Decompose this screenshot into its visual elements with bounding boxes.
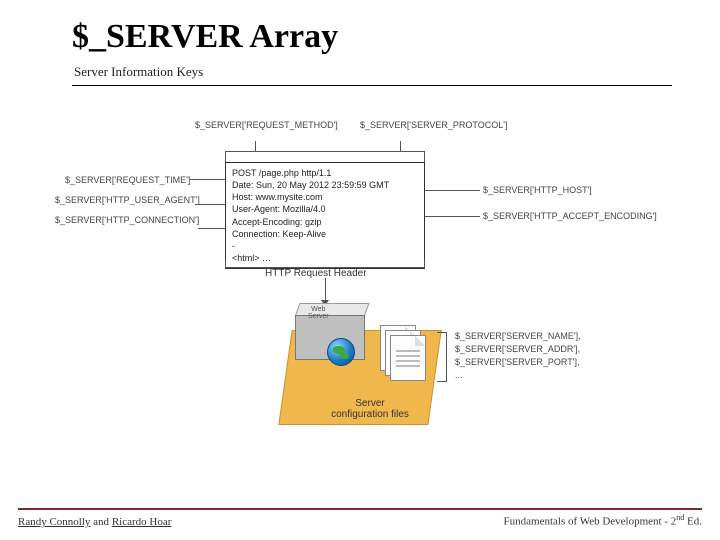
slide-title: $_SERVER Array [72,18,338,56]
server-caption: Serverconfiguration files [320,398,420,420]
label-http-host: $_SERVER['HTTP_HOST'] [483,185,592,195]
label-request-time: $_SERVER['REQUEST_TIME'] [65,175,190,185]
document-icon [390,335,426,381]
web-server-label: WebServer [308,306,329,320]
footer-authors: Randy Connolly and Ricardo Hoar [18,516,171,528]
connector [425,190,480,191]
footer-rule [18,508,702,510]
req-line: User-Agent: Mozilla/4.0 [232,203,418,215]
author-1: Randy Connolly [18,516,90,528]
req-line: Host: www.mysite.com [232,191,418,203]
right-brace [437,332,447,382]
tick-line [400,141,401,151]
label-server-addr: $_SERVER['SERVER_ADDR'], [455,343,581,356]
label-request-method: $_SERVER['REQUEST_METHOD'] [195,120,338,130]
label-server-port: $_SERVER['SERVER_PORT'], [455,356,581,369]
book-prefix: Fundamentals of Web Development - 2 [504,516,677,528]
label-http-connection: $_SERVER['HTTP_CONNECTION'] [55,215,199,225]
server-keys-group: $_SERVER['SERVER_NAME'], $_SERVER['SERVE… [455,330,581,382]
label-server-name: $_SERVER['SERVER_NAME'], [455,330,581,343]
connector [425,216,480,217]
label-server-protocol: $_SERVER['SERVER_PROTOCOL'] [360,120,508,130]
label-ellipsis: ... [455,369,581,382]
req-line: Connection: Keep-Alive [232,228,418,240]
bottom-bracket [225,260,425,268]
author-2: Ricardo Hoar [112,516,172,528]
diagram: $_SERVER['REQUEST_METHOD'] $_SERVER['SER… [35,110,685,450]
connector [195,204,225,205]
req-line: Accept-Encoding: gzip [232,216,418,228]
label-http-user-agent: $_SERVER['HTTP_USER_AGENT'] [55,195,200,205]
req-line: POST /page.php http/1.1 [232,167,418,179]
globe-icon [327,338,355,366]
req-line: Date: Sun, 20 May 2012 23:59:59 GMT [232,179,418,191]
title-rule [72,85,672,86]
req-line: - [232,240,418,252]
book-suffix: Ed. [684,516,702,528]
tick-line [255,141,256,151]
footer-and: and [90,516,111,528]
connector [198,228,225,229]
http-request-box: POST /page.php http/1.1 Date: Sun, 20 Ma… [225,162,425,269]
request-caption: HTTP Request Header [265,268,367,279]
footer-book: Fundamentals of Web Development - 2nd Ed… [504,513,702,528]
label-http-accept-encoding: $_SERVER['HTTP_ACCEPT_ENCODING'] [483,211,657,221]
slide-subtitle: Server Information Keys [74,64,203,80]
connector [190,179,225,180]
arrow-down [325,278,326,302]
